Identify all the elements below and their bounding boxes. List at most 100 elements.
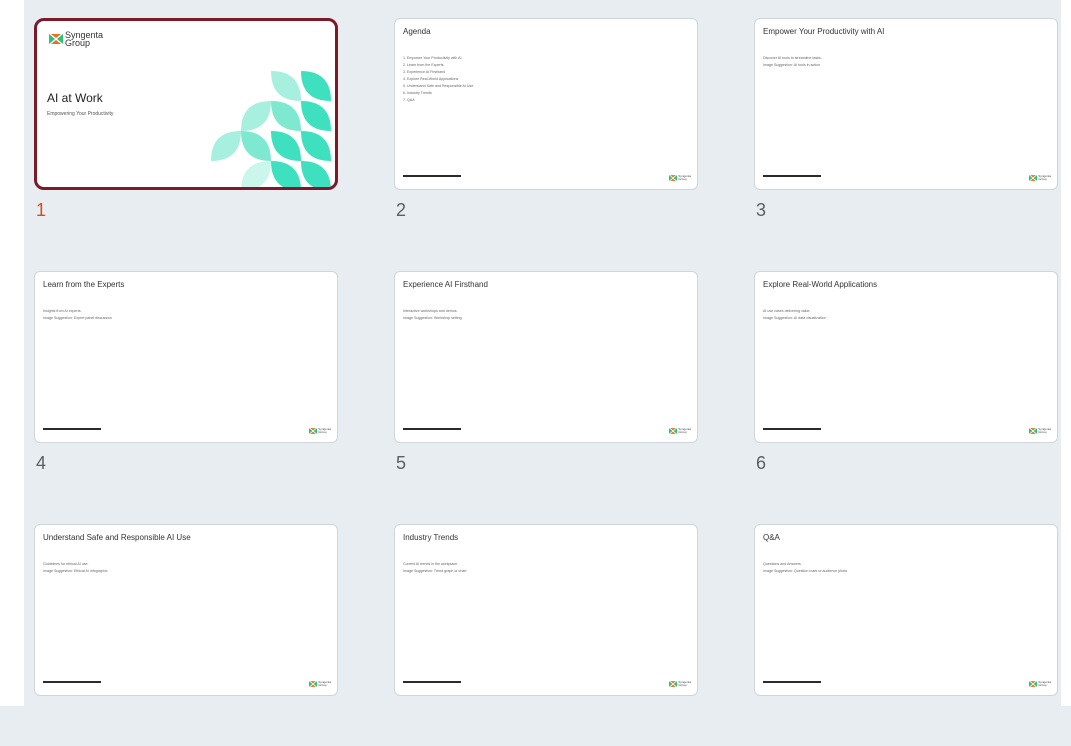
footer-logo-name-line2: Group — [678, 683, 687, 687]
body-line: Image Suggestion: Workshop setting — [403, 316, 462, 320]
footer-logo: Syngenta Group — [309, 681, 331, 687]
body-line: Image Suggestion: AI data visualization — [763, 316, 826, 320]
footer-logo-name-line2: Group — [678, 177, 687, 181]
slide-body: Interactive workshops and demos. Image S… — [403, 308, 462, 322]
slide-title: Learn from the Experts — [43, 280, 125, 289]
body-line: Questions and Answers — [763, 562, 801, 566]
footer-line — [43, 428, 101, 430]
footer-logo-name-line2: Group — [1038, 430, 1047, 434]
syngenta-x-icon — [1029, 428, 1038, 434]
syngenta-x-icon — [309, 681, 318, 687]
body-line: Insights from AI experts. — [43, 309, 82, 313]
slide-preview[interactable]: Explore Real-World Applications AI use c… — [754, 271, 1058, 443]
body-line: Image Suggestion: Expert panel discussio… — [43, 316, 112, 320]
slide-preview[interactable]: Learn from the Experts Insights from AI … — [34, 271, 338, 443]
slide-thumbnail-2[interactable]: Agenda 1. Empower Your Productivity with… — [384, 0, 698, 240]
slide-preview[interactable]: Empower Your Productivity with AI Discov… — [754, 18, 1058, 190]
slide-preview[interactable]: Industry Trends Current AI trends in the… — [394, 524, 698, 696]
footer-line — [403, 681, 461, 683]
slide-preview[interactable]: Understand Safe and Responsible AI Use G… — [34, 524, 338, 696]
syngenta-x-icon — [309, 428, 318, 434]
scrollbar-track[interactable] — [1061, 0, 1071, 706]
slide-number: 5 — [396, 453, 407, 473]
slide-title: Industry Trends — [403, 533, 459, 542]
footer-logo-name-line2: Group — [318, 683, 327, 687]
slide-number: 3 — [756, 200, 767, 220]
footer-logo: Syngenta Group — [1029, 175, 1051, 181]
slide-number: 6 — [756, 453, 767, 473]
body-line: AI use cases delivering value. — [763, 309, 811, 313]
syngenta-x-icon — [1029, 681, 1038, 687]
slide-preview[interactable]: Experience AI Firsthand Interactive work… — [394, 271, 698, 443]
slide-title: Understand Safe and Responsible AI Use — [43, 533, 191, 542]
slide-sorter-grid: Syngenta Group AI at Work Empowering You… — [24, 0, 1061, 706]
slide-thumbnail-1[interactable]: Syngenta Group AI at Work Empowering You… — [24, 0, 338, 240]
slide-title: AI at Work — [47, 91, 103, 105]
footer-line — [763, 175, 821, 177]
agenda-item: 4. Explore Real-World Applications — [403, 77, 459, 81]
slide-number: 2 — [396, 200, 407, 220]
footer-line — [43, 681, 101, 683]
slide-title: Experience AI Firsthand — [403, 280, 488, 289]
slide-thumbnail-3[interactable]: Empower Your Productivity with AI Discov… — [744, 0, 1058, 240]
agenda-item: 6. Industry Trends — [403, 91, 432, 95]
slide-title: Empower Your Productivity with AI — [763, 27, 885, 36]
body-line: Current AI trends in the workplace. — [403, 562, 459, 566]
left-panel-edge — [0, 0, 24, 706]
slide-subtitle: Empowering Your Productivity — [47, 111, 114, 117]
footer-logo: Syngenta Group — [309, 428, 331, 434]
footer-logo-name-line2: Group — [1038, 177, 1047, 181]
slide-body: AI use cases delivering value. Image Sug… — [763, 308, 826, 322]
slide-thumbnail-5[interactable]: Experience AI Firsthand Interactive work… — [384, 253, 698, 493]
syngenta-x-icon — [49, 34, 63, 44]
slide-body: Insights from AI experts. Image Suggesti… — [43, 308, 112, 322]
body-line: Discover AI tools to streamline tasks. — [763, 56, 822, 60]
syngenta-x-icon — [669, 428, 678, 434]
footer-logo: Syngenta Group — [1029, 428, 1051, 434]
slide-body: Guidelines for ethical AI use. Image Sug… — [43, 561, 108, 575]
slide-thumbnail-8[interactable]: Industry Trends Current AI trends in the… — [384, 506, 698, 746]
footer-line — [403, 175, 461, 177]
footer-logo: Syngenta Group — [1029, 681, 1051, 687]
syngenta-x-icon — [669, 175, 678, 181]
body-line: Guidelines for ethical AI use. — [43, 562, 89, 566]
footer-logo: Syngenta Group — [669, 175, 691, 181]
agenda-item: 1. Empower Your Productivity with AI — [403, 56, 462, 60]
footer-logo-name-line2: Group — [678, 430, 687, 434]
syngenta-x-icon — [669, 681, 678, 687]
slide-title: Explore Real-World Applications — [763, 280, 878, 289]
petal-pattern-graphic — [211, 71, 331, 187]
slide-thumbnail-4[interactable]: Learn from the Experts Insights from AI … — [24, 253, 338, 493]
slide-title: Q&A — [763, 533, 780, 542]
syngenta-x-icon — [1029, 175, 1038, 181]
slide-thumbnail-7[interactable]: Understand Safe and Responsible AI Use G… — [24, 506, 338, 746]
logo-name-line2: Group — [65, 38, 91, 48]
slide-number: 4 — [36, 453, 47, 473]
slide-preview[interactable]: Agenda 1. Empower Your Productivity with… — [394, 18, 698, 190]
agenda-item: 2. Learn from the Experts — [403, 63, 444, 67]
agenda-item: 3. Experience AI Firsthand — [403, 70, 446, 74]
agenda-list: 1. Empower Your Productivity with AI 2. … — [403, 55, 473, 104]
footer-line — [403, 428, 461, 430]
slide-body: Current AI trends in the workplace. Imag… — [403, 561, 467, 575]
agenda-item: 7. Q&A — [403, 98, 415, 102]
body-line: Image Suggestion: Trend graph or chart — [403, 569, 467, 573]
footer-logo-name-line2: Group — [1038, 683, 1047, 687]
syngenta-logo: Syngenta Group — [49, 31, 103, 48]
agenda-item: 5. Understand Safe and Responsible AI Us… — [403, 84, 474, 88]
footer-logo-name-line2: Group — [318, 430, 327, 434]
footer-logo: Syngenta Group — [669, 681, 691, 687]
slide-preview-selected[interactable]: Syngenta Group AI at Work Empowering You… — [34, 18, 338, 190]
slide-number: 1 — [36, 200, 47, 220]
slide-preview[interactable]: Q&A Questions and Answers Image Suggesti… — [754, 524, 1058, 696]
footer-line — [763, 681, 821, 683]
slide-thumbnail-6[interactable]: Explore Real-World Applications AI use c… — [744, 253, 1058, 493]
body-line: Image Suggestion: AI tools in action — [763, 63, 821, 67]
slide-body: Discover AI tools to streamline tasks. I… — [763, 55, 822, 69]
slide-title: Agenda — [403, 27, 431, 36]
body-line: Image Suggestion: Question mark or audie… — [763, 569, 848, 573]
slide-body: Questions and Answers Image Suggestion: … — [763, 561, 847, 575]
slide-thumbnail-9[interactable]: Q&A Questions and Answers Image Suggesti… — [744, 506, 1058, 746]
footer-line — [763, 428, 821, 430]
body-line: Interactive workshops and demos. — [403, 309, 458, 313]
